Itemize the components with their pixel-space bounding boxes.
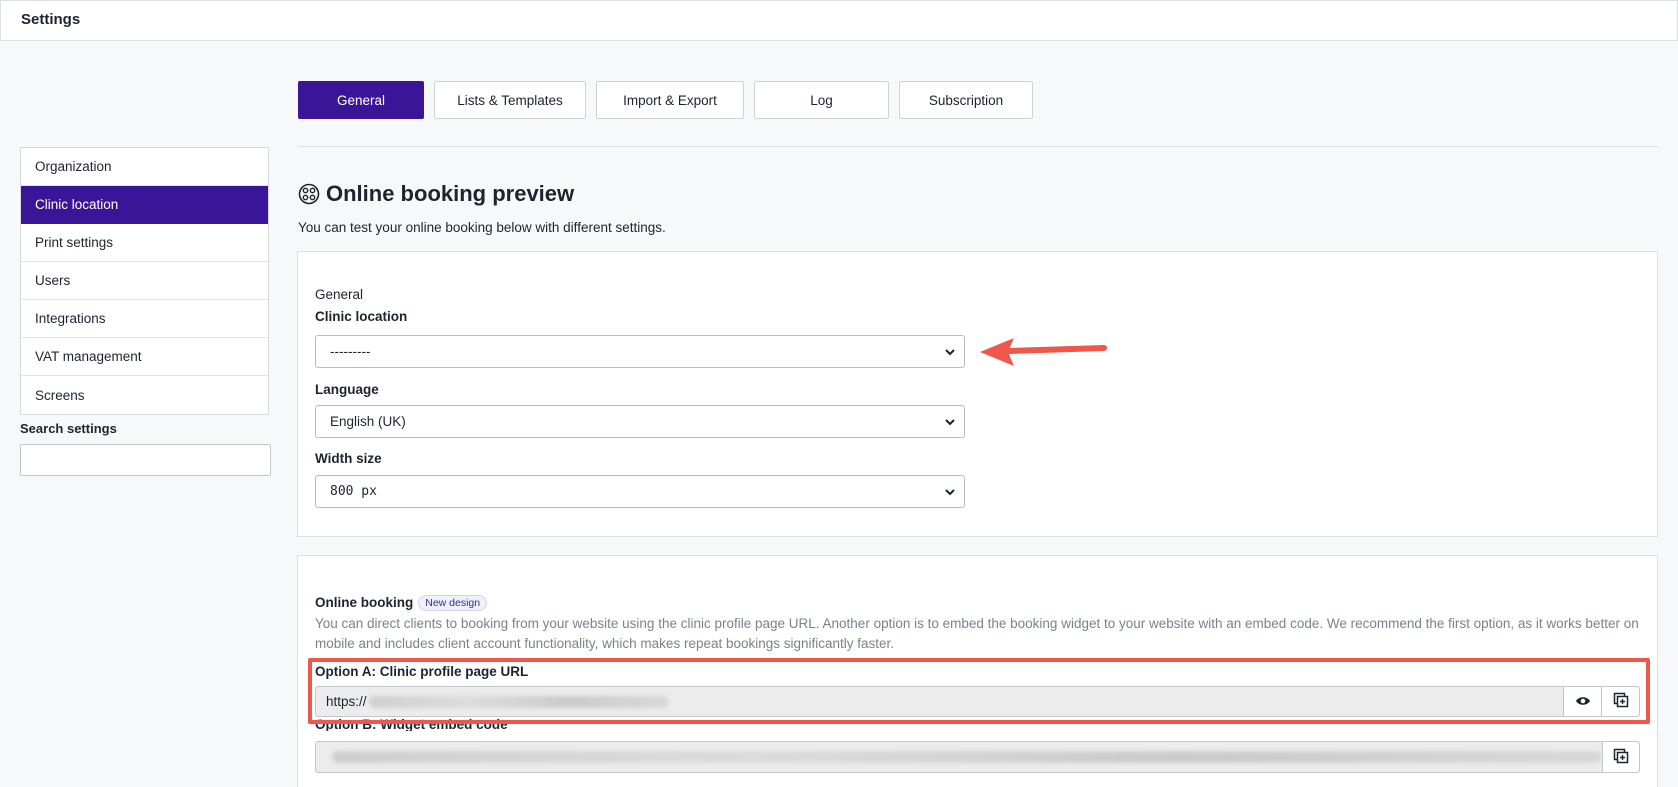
sidebar-item-print-settings[interactable]: Print settings xyxy=(21,224,268,262)
chevron-down-icon xyxy=(944,346,956,358)
tab-subscription[interactable]: Subscription xyxy=(899,81,1033,119)
copy-embed-button[interactable] xyxy=(1602,742,1639,772)
online-booking-description: You can direct clients to booking from y… xyxy=(315,616,1639,651)
booking-preview-icon xyxy=(298,183,320,205)
clinic-location-label: Clinic location xyxy=(315,309,408,324)
copy-icon xyxy=(1613,748,1629,767)
sidebar-item-clinic-location[interactable]: Clinic location xyxy=(21,186,268,224)
width-size-label: Width size xyxy=(315,451,382,466)
online-booking-label: Online booking New design xyxy=(315,595,488,611)
page-header-title: Settings xyxy=(21,11,81,28)
language-value: English (UK) xyxy=(330,414,406,429)
annotation-highlight-box xyxy=(308,658,1650,724)
tab-lists-templates[interactable]: Lists & Templates xyxy=(434,81,586,119)
annotation-arrow-icon xyxy=(978,334,1108,371)
sidebar-item-integrations[interactable]: Integrations xyxy=(21,300,268,338)
tabs-divider xyxy=(298,146,1658,147)
new-design-badge: New design xyxy=(418,595,488,611)
sidebar-item-organization[interactable]: Organization xyxy=(21,148,268,186)
language-select[interactable]: English (UK) xyxy=(315,405,965,438)
top-bar: Settings xyxy=(0,0,1678,41)
online-booking-title: Online booking xyxy=(315,595,414,610)
width-size-value: 800 px xyxy=(330,484,377,499)
tab-general[interactable]: General xyxy=(298,81,424,119)
page-subtitle: You can test your online booking below w… xyxy=(298,220,666,235)
chevron-down-icon xyxy=(944,486,956,498)
sidebar-item-users[interactable]: Users xyxy=(21,262,268,300)
page-title-text: Online booking preview xyxy=(326,181,575,206)
sidebar-item-screens[interactable]: Screens xyxy=(21,376,268,414)
sidebar-item-vat-management[interactable]: VAT management xyxy=(21,338,268,376)
width-size-select[interactable]: 800 px xyxy=(315,475,965,508)
general-section-label: General xyxy=(315,287,364,302)
tab-log[interactable]: Log xyxy=(754,81,889,119)
clinic-location-select[interactable]: --------- xyxy=(315,335,965,368)
search-settings-input[interactable] xyxy=(20,444,271,476)
widget-embed-code-text[interactable] xyxy=(316,742,1602,772)
chevron-down-icon xyxy=(944,416,956,428)
settings-tabs: General Lists & Templates Import & Expor… xyxy=(298,81,1033,119)
settings-sidebar: Organization Clinic location Print setti… xyxy=(20,147,269,415)
page-title: Online booking preview xyxy=(298,181,574,207)
redacted-embed-code xyxy=(332,751,1602,763)
clinic-location-value: --------- xyxy=(330,344,371,359)
widget-embed-code-field[interactable] xyxy=(315,741,1640,773)
tab-import-export[interactable]: Import & Export xyxy=(596,81,744,119)
language-label: Language xyxy=(315,382,379,397)
search-settings-label: Search settings xyxy=(20,421,117,436)
